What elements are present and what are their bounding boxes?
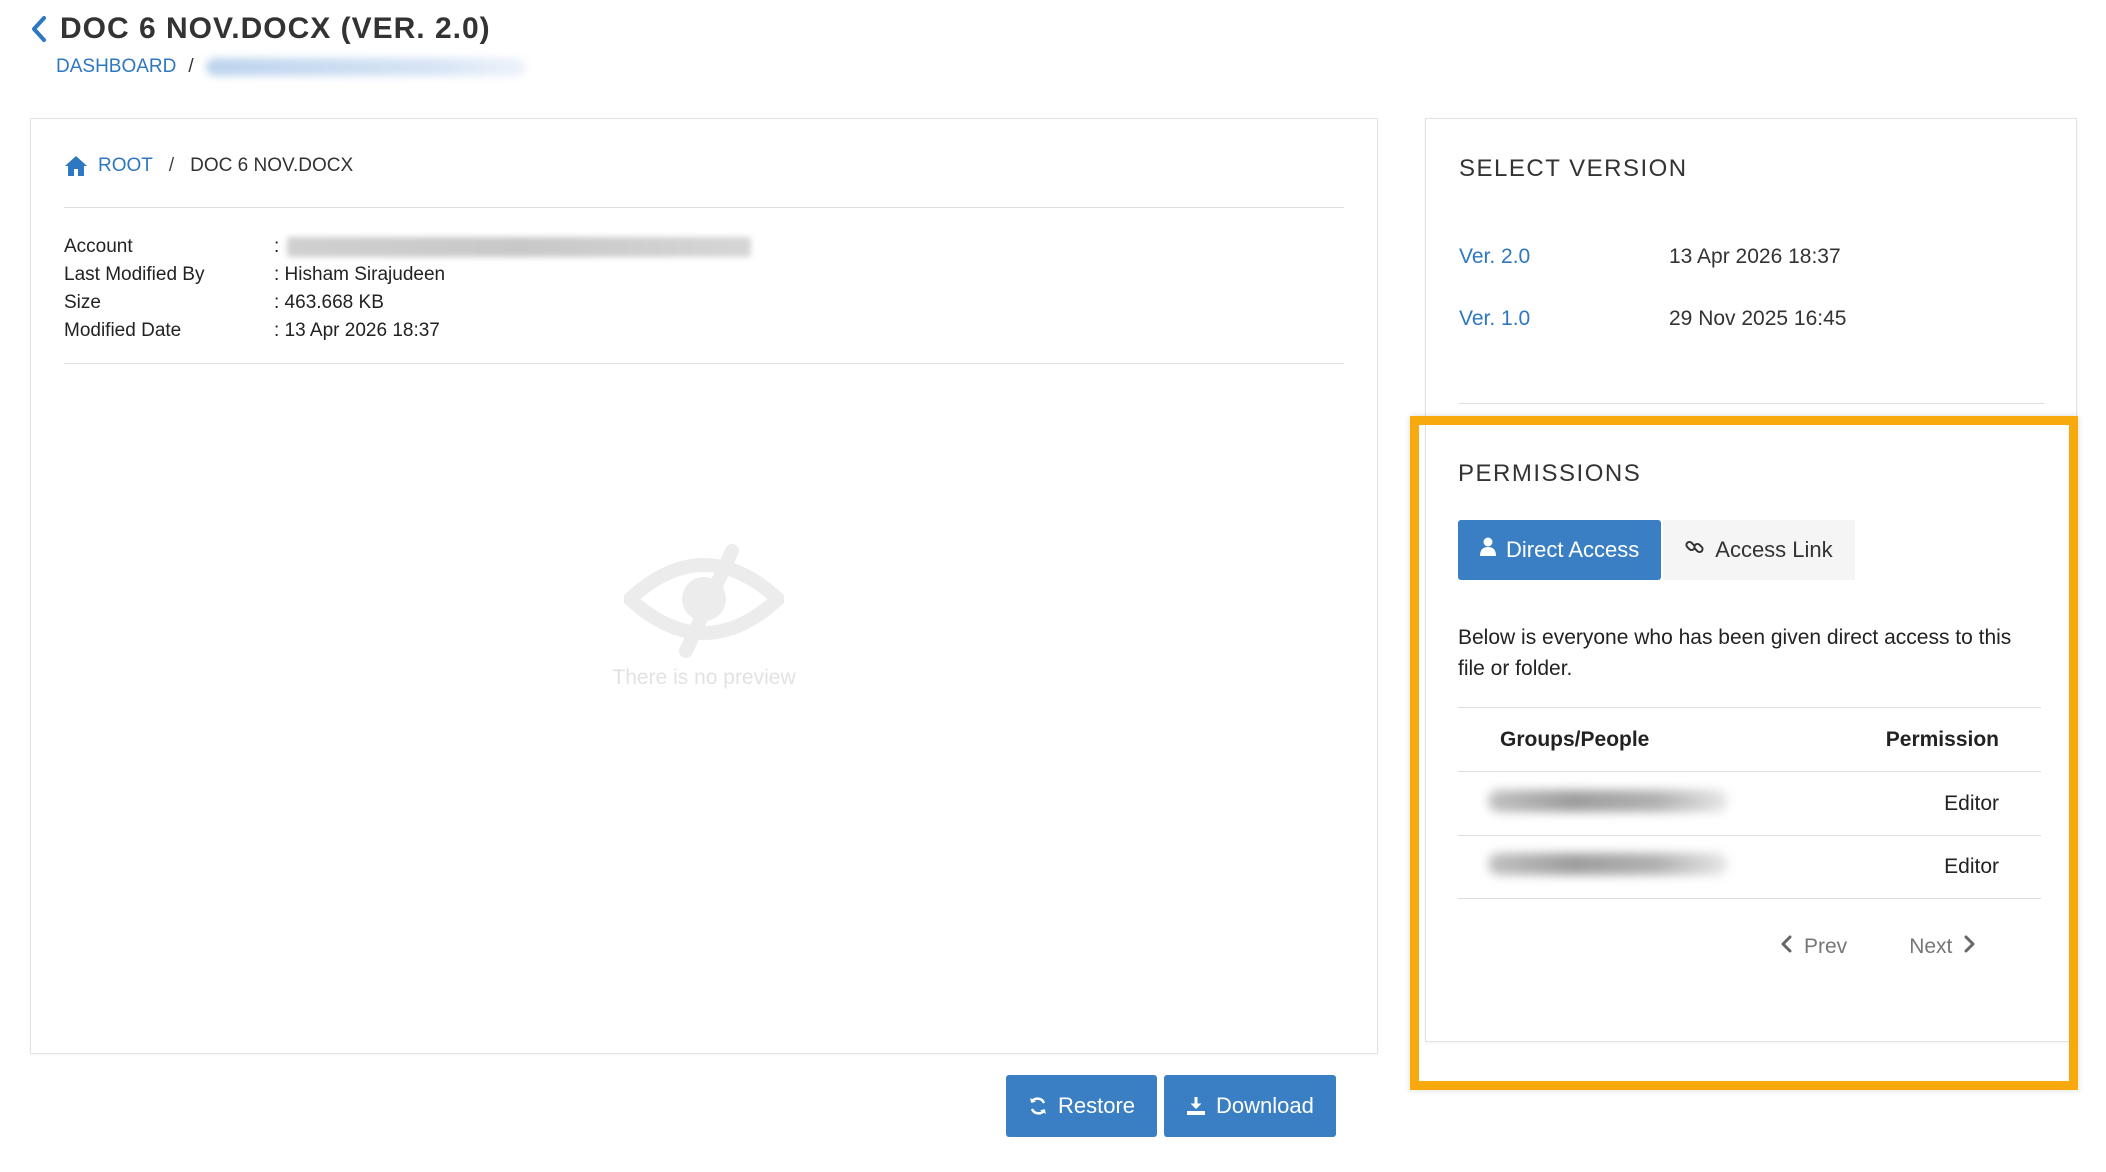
top-breadcrumb: DASHBOARD / xyxy=(56,56,526,78)
account-redacted-value xyxy=(287,237,752,257)
people-redacted-value xyxy=(1488,853,1728,875)
version-item: Ver. 2.0 13 Apr 2026 18:37 xyxy=(1459,245,1846,307)
tab-label: Access Link xyxy=(1715,537,1833,562)
prev-page-button[interactable]: Prev xyxy=(1780,935,1847,959)
divider xyxy=(64,363,1344,364)
permission-cell: Editor xyxy=(1944,791,1999,815)
breadcrumb-root-link[interactable]: ROOT xyxy=(98,155,153,177)
folder-breadcrumb: ROOT / DOC 6 NOV.DOCX xyxy=(64,155,353,177)
chevron-left-icon xyxy=(1780,935,1792,959)
meta-label: Account xyxy=(64,236,133,257)
breadcrumb-separator: / xyxy=(168,155,175,176)
chevron-left-icon[interactable] xyxy=(30,14,52,44)
select-version-title: SELECT VERSION xyxy=(1459,155,1688,182)
restore-label: Restore xyxy=(1058,1093,1136,1118)
permissions-table: Groups/People Permission Editor Editor xyxy=(1458,707,2041,899)
people-redacted-value xyxy=(1488,789,1728,812)
breadcrumb-separator: / xyxy=(188,56,194,77)
table-header-row: Groups/People Permission xyxy=(1458,707,2041,771)
restore-button[interactable]: Restore xyxy=(1006,1075,1158,1137)
permissions-title: PERMISSIONS xyxy=(1458,460,1642,487)
table-row[interactable]: Editor xyxy=(1458,771,2041,835)
meta-value: : 13 Apr 2026 18:37 xyxy=(274,320,440,341)
permissions-description: Below is everyone who has been given dir… xyxy=(1458,626,2012,680)
breadcrumb-current-file: DOC 6 NOV.DOCX xyxy=(190,155,354,176)
breadcrumb-dashboard-link[interactable]: DASHBOARD xyxy=(56,56,176,78)
page-header: DOC 6 NOV.DOCX (VER. 2.0) DASHBOARD / xyxy=(30,12,526,78)
table-row[interactable]: Editor xyxy=(1458,835,2041,899)
version-link[interactable]: Ver. 1.0 xyxy=(1459,307,1669,369)
tab-access-link[interactable]: Access Link xyxy=(1663,520,1855,580)
download-icon xyxy=(1186,1096,1206,1116)
next-label: Next xyxy=(1909,935,1953,958)
meta-row-account: Account : xyxy=(64,233,752,261)
meta-row-modified-date: Modified Date : 13 Apr 2026 18:37 xyxy=(64,317,751,345)
no-preview-text: There is no preview xyxy=(612,666,796,689)
tab-direct-access[interactable]: Direct Access xyxy=(1458,520,1662,580)
column-header-people: Groups/People xyxy=(1500,727,1650,751)
version-list: Ver. 2.0 13 Apr 2026 18:37 Ver. 1.0 29 N… xyxy=(1459,245,1846,369)
people-cell xyxy=(1458,789,1878,818)
next-page-button[interactable]: Next xyxy=(1909,935,1976,959)
meta-value: : 463.668 KB xyxy=(274,292,384,313)
download-label: Download xyxy=(1216,1093,1314,1118)
permission-cell: Editor xyxy=(1944,855,1999,878)
meta-label: Last Modified By xyxy=(64,264,205,285)
eye-slash-icon xyxy=(623,539,785,659)
permissions-tabs: Direct Access Access Link xyxy=(1458,520,1855,580)
refresh-icon xyxy=(1028,1096,1048,1116)
file-actions: Restore Download xyxy=(1006,1075,1336,1137)
breadcrumb-redacted-item[interactable] xyxy=(205,58,526,76)
file-details-panel: ROOT / DOC 6 NOV.DOCX Account : Last Mod… xyxy=(30,118,1378,1054)
people-cell xyxy=(1458,853,1878,881)
pagination: Prev Next xyxy=(1780,935,1976,959)
meta-value: : Hisham Sirajudeen xyxy=(274,264,446,285)
meta-row-size: Size : 463.668 KB xyxy=(64,289,751,317)
version-date: 13 Apr 2026 18:37 xyxy=(1669,245,1841,268)
meta-value-text: : xyxy=(274,236,280,257)
file-metadata: Account : Last Modified By : Hisham Sira… xyxy=(64,233,752,345)
file-preview-area: There is no preview xyxy=(31,539,1377,690)
meta-value: : xyxy=(274,233,752,261)
prev-label: Prev xyxy=(1804,935,1848,958)
meta-row-modified-by: Last Modified By : Hisham Sirajudeen xyxy=(64,261,751,289)
divider xyxy=(64,207,1344,208)
version-link[interactable]: Ver. 2.0 xyxy=(1459,245,1669,307)
version-item: Ver. 1.0 29 Nov 2025 16:45 xyxy=(1459,307,1846,369)
page-title: DOC 6 NOV.DOCX (VER. 2.0) xyxy=(60,12,491,45)
download-button[interactable]: Download xyxy=(1164,1075,1336,1137)
home-icon[interactable] xyxy=(64,155,88,177)
version-date: 29 Nov 2025 16:45 xyxy=(1669,307,1847,330)
meta-label: Size xyxy=(64,292,101,313)
tab-label: Direct Access xyxy=(1506,537,1640,562)
user-icon xyxy=(1480,537,1496,563)
meta-label: Modified Date xyxy=(64,320,182,341)
column-header-permission: Permission xyxy=(1885,727,1999,751)
link-icon xyxy=(1685,537,1705,563)
divider xyxy=(1459,403,2044,404)
chevron-right-icon xyxy=(1964,935,1976,959)
